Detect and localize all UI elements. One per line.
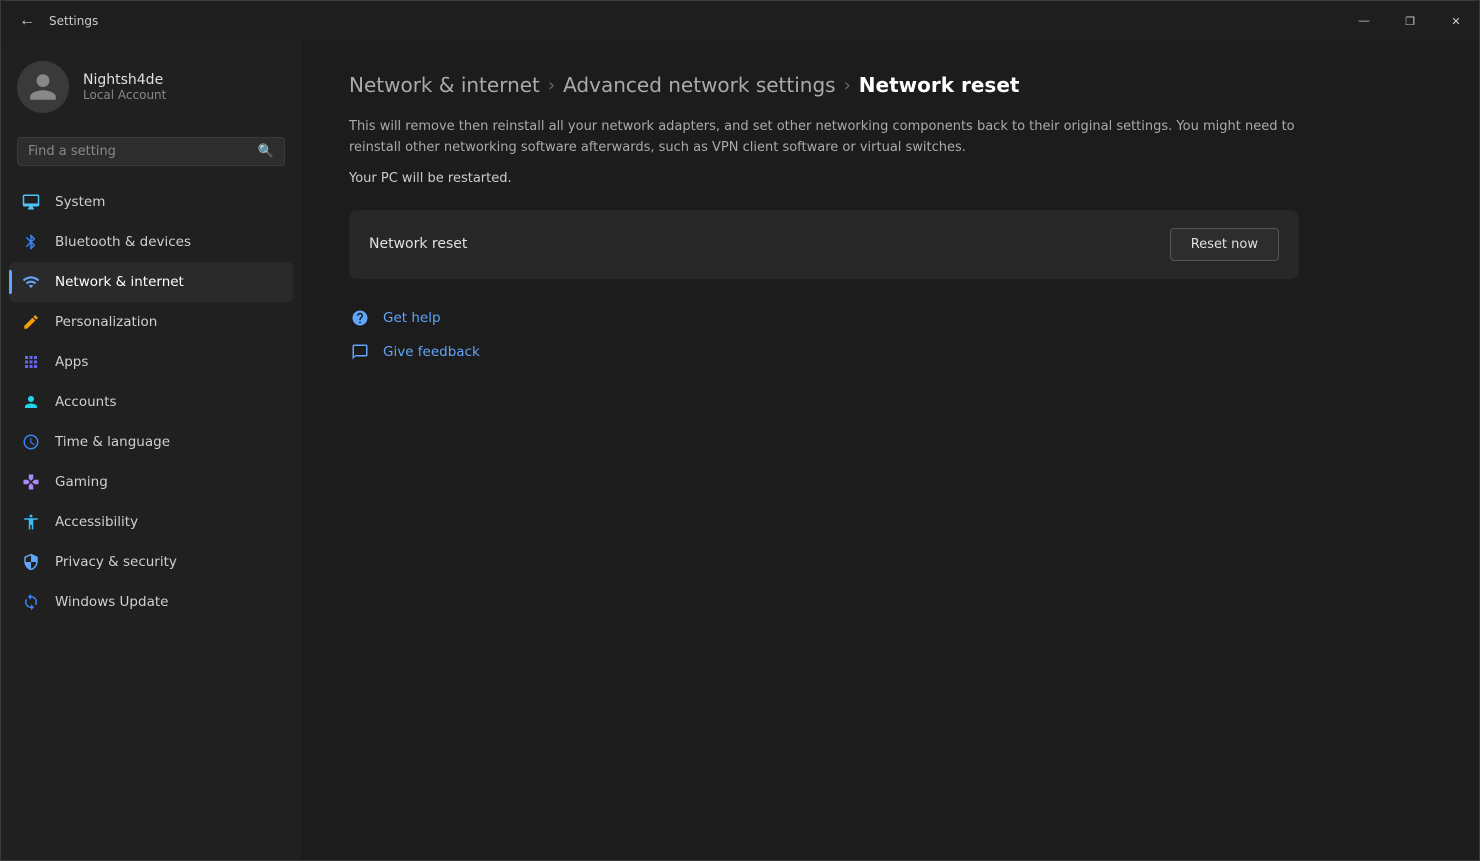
nav-items: System Bluetooth & devices Network & int… [1,178,301,626]
time-icon [21,432,41,452]
settings-window: ← Settings — ❐ ✕ Nightsh4de Local Accoun… [0,0,1480,861]
user-avatar-icon [27,71,59,103]
sidebar-item-system[interactable]: System [9,182,293,222]
sidebar-item-time-label: Time & language [55,434,170,450]
sidebar-item-update-label: Windows Update [55,594,168,610]
accounts-icon [21,392,41,412]
user-type: Local Account [83,88,166,102]
sidebar-item-accessibility-label: Accessibility [55,514,138,530]
sidebar-item-update[interactable]: Windows Update [9,582,293,622]
help-links: Get help Give feedback [349,307,1431,363]
give-feedback-link[interactable]: Give feedback [349,341,480,363]
bluetooth-icon [21,232,41,252]
sidebar-item-personalization[interactable]: Personalization [9,302,293,342]
system-icon [21,192,41,212]
search-box[interactable]: 🔍 [17,137,285,166]
maximize-button[interactable]: ❐ [1387,1,1433,41]
sidebar-item-personalization-label: Personalization [55,314,157,330]
sidebar-item-apps-label: Apps [55,354,88,370]
breadcrumb-separator-2: › [844,75,851,96]
sidebar-item-accounts-label: Accounts [55,394,117,410]
apps-icon [21,352,41,372]
sidebar-item-gaming[interactable]: Gaming [9,462,293,502]
gaming-icon [21,472,41,492]
reset-card: Network reset Reset now [349,210,1299,279]
sidebar-item-network[interactable]: Network & internet [9,262,293,302]
sidebar-item-bluetooth-label: Bluetooth & devices [55,234,191,250]
breadcrumb: Network & internet › Advanced network se… [349,73,1431,97]
sidebar-item-time[interactable]: Time & language [9,422,293,462]
privacy-icon [21,552,41,572]
user-profile[interactable]: Nightsh4de Local Account [1,41,301,129]
user-info: Nightsh4de Local Account [83,72,166,102]
accessibility-icon [21,512,41,532]
personalization-icon [21,312,41,332]
network-icon [21,272,41,292]
sidebar-item-gaming-label: Gaming [55,474,108,490]
give-feedback-text: Give feedback [383,344,480,360]
window-controls: — ❐ ✕ [1341,1,1479,41]
sidebar-item-system-label: System [55,194,105,210]
sidebar-item-bluetooth[interactable]: Bluetooth & devices [9,222,293,262]
sidebar-item-privacy[interactable]: Privacy & security [9,542,293,582]
sidebar-item-network-label: Network & internet [55,274,184,290]
sidebar-item-accounts[interactable]: Accounts [9,382,293,422]
get-help-text: Get help [383,310,441,326]
avatar [17,61,69,113]
close-button[interactable]: ✕ [1433,1,1479,41]
breadcrumb-advanced[interactable]: Advanced network settings [563,73,835,97]
app-body: Nightsh4de Local Account 🔍 System [1,41,1479,860]
minimize-button[interactable]: — [1341,1,1387,41]
search-input[interactable] [28,144,250,159]
reset-now-button[interactable]: Reset now [1170,228,1279,261]
sidebar-item-apps[interactable]: Apps [9,342,293,382]
content-area: Network & internet › Advanced network se… [301,41,1479,860]
search-icon: 🔍 [258,144,274,159]
breadcrumb-network[interactable]: Network & internet [349,73,540,97]
sidebar-item-privacy-label: Privacy & security [55,554,177,570]
reset-card-label: Network reset [369,236,467,252]
sidebar: Nightsh4de Local Account 🔍 System [1,41,301,860]
titlebar: ← Settings — ❐ ✕ [1,1,1479,41]
titlebar-title: Settings [49,14,98,28]
user-name: Nightsh4de [83,72,166,88]
get-help-link[interactable]: Get help [349,307,441,329]
update-icon [21,592,41,612]
sidebar-item-accessibility[interactable]: Accessibility [9,502,293,542]
breadcrumb-separator-1: › [548,75,555,96]
breadcrumb-current: Network reset [859,73,1020,97]
back-button[interactable]: ← [13,7,41,35]
page-description: This will remove then reinstall all your… [349,117,1299,159]
search-container: 🔍 [1,129,301,178]
get-help-icon [349,307,371,329]
give-feedback-icon [349,341,371,363]
restart-notice: Your PC will be restarted. [349,171,1431,186]
